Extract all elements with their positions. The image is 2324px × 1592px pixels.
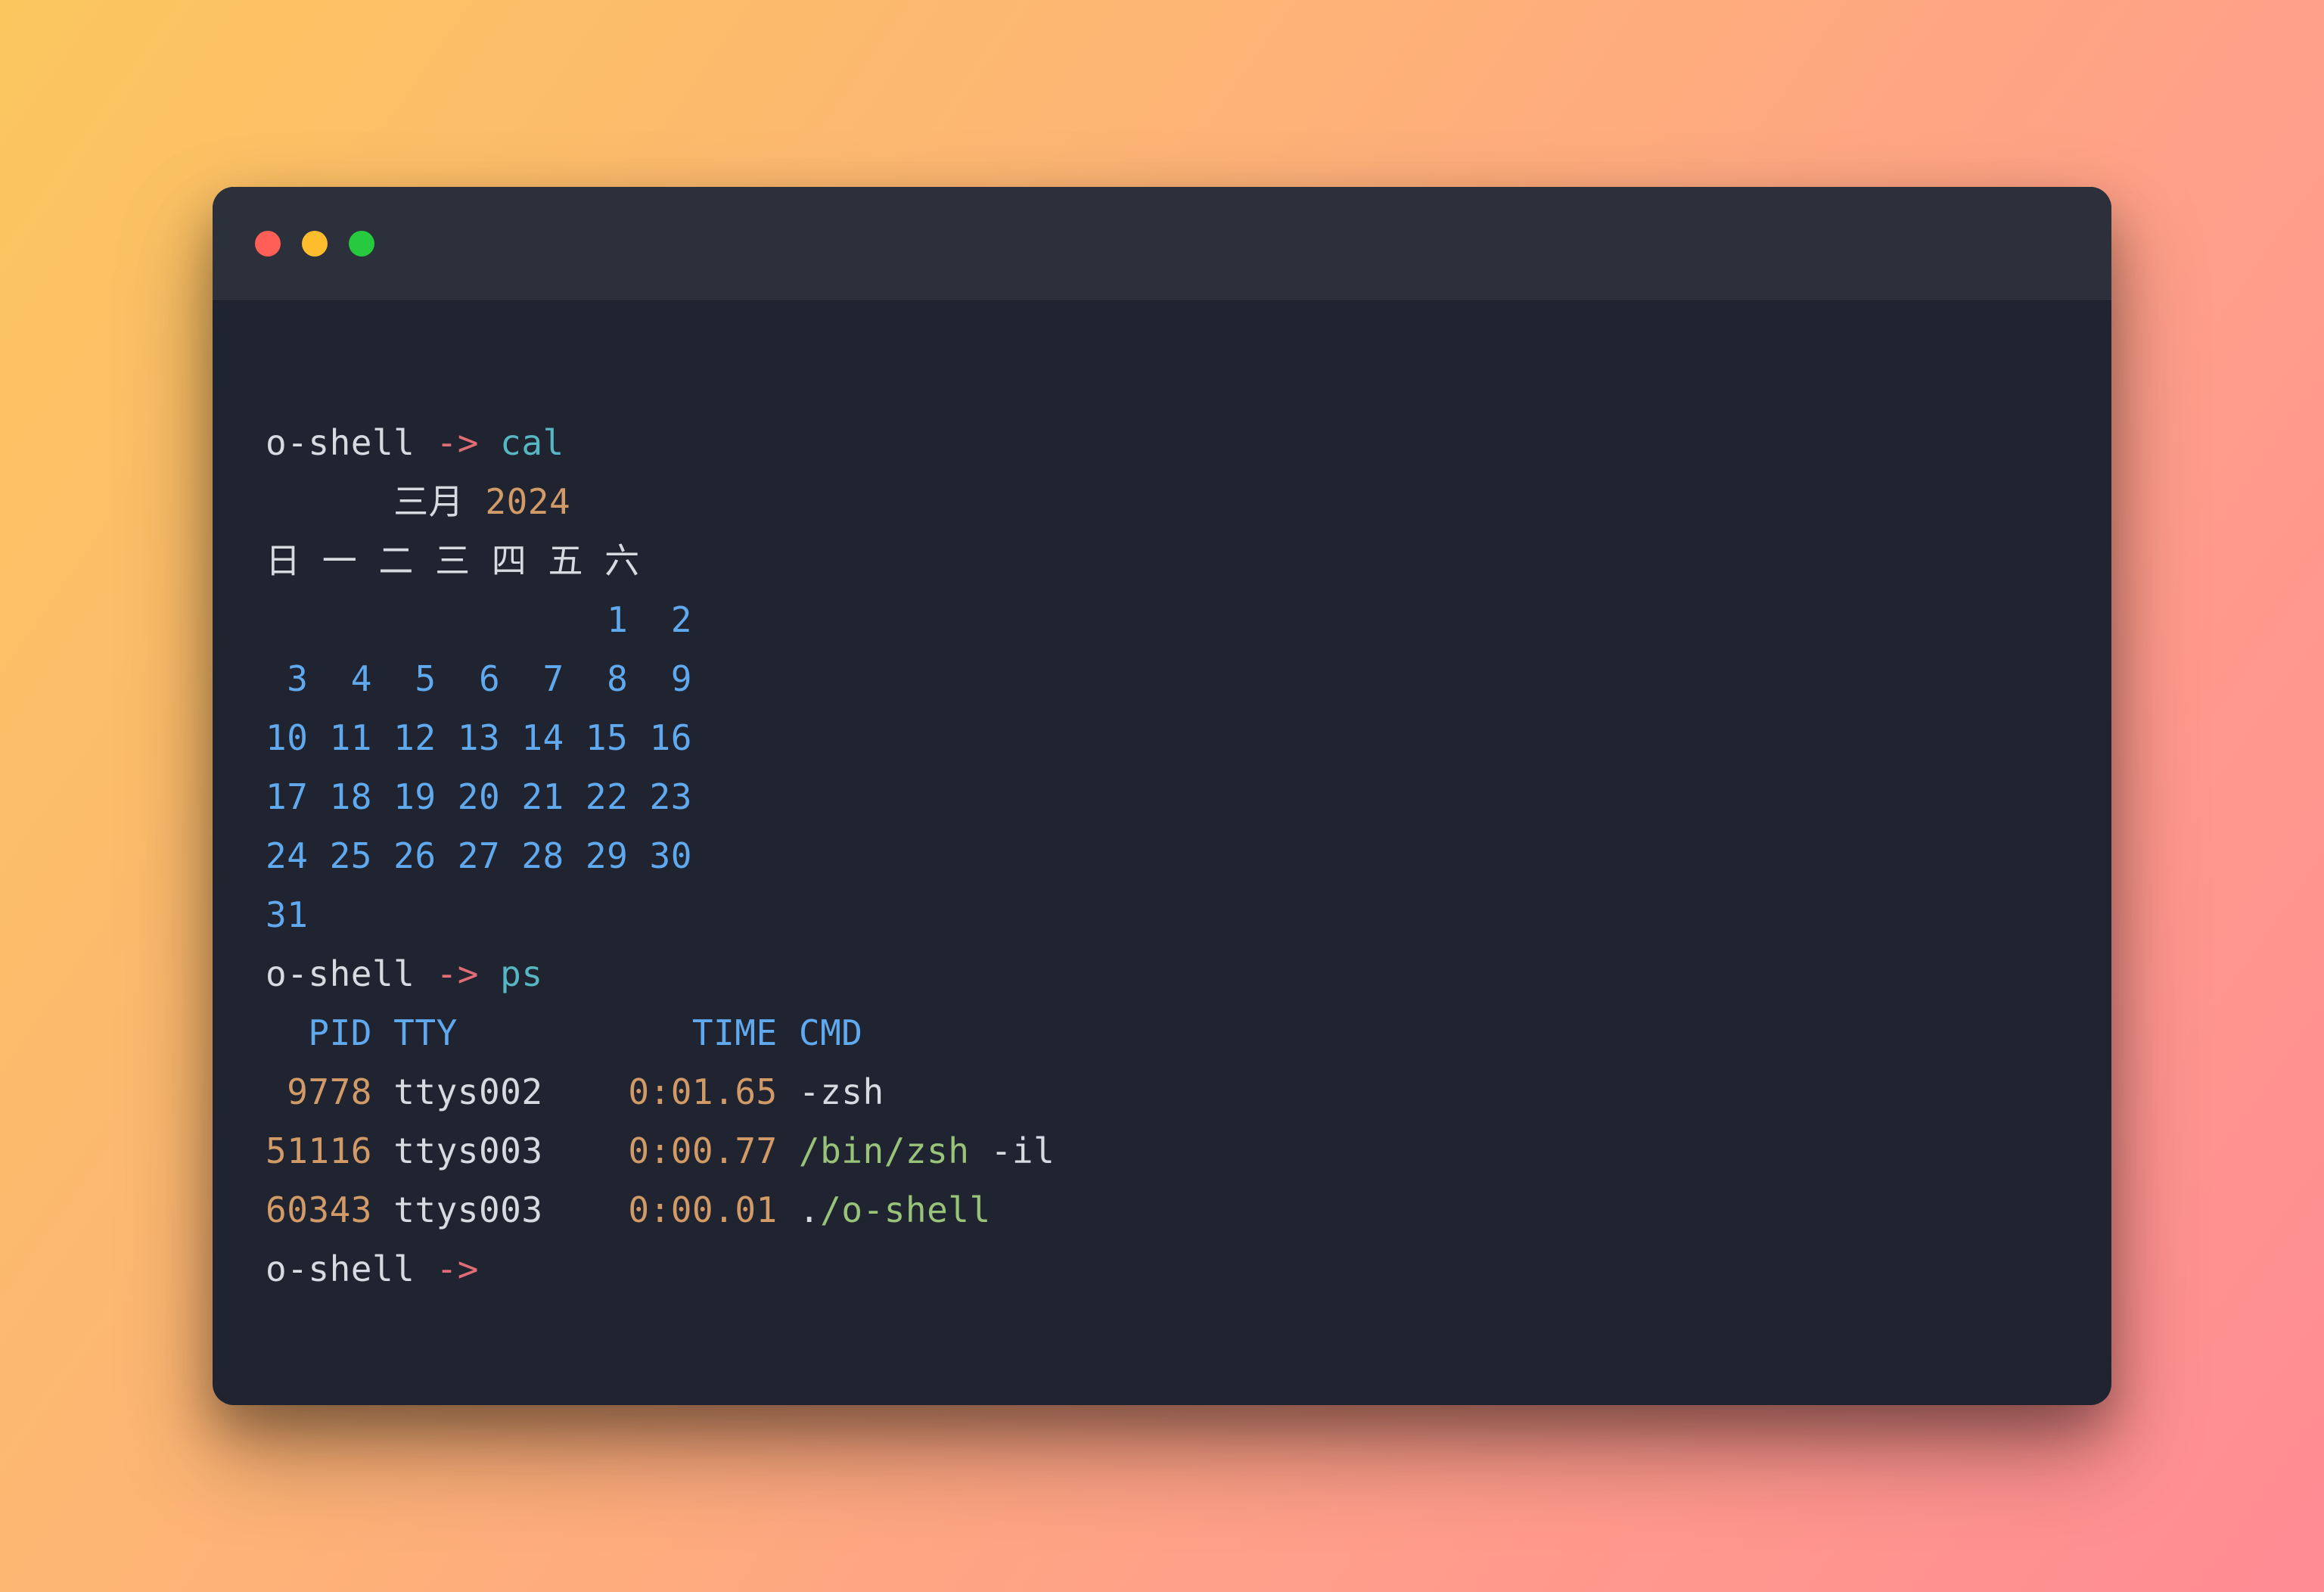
ps-cmd: ./o-shell bbox=[799, 1189, 991, 1230]
zoom-icon[interactable] bbox=[349, 231, 374, 257]
prompt-arrow: -> bbox=[415, 953, 500, 994]
cal-row-2: 3 4 5 6 7 8 9 bbox=[266, 658, 692, 699]
ps-time: 0:01.65 bbox=[628, 1071, 777, 1112]
cal-header: 三月 2024 bbox=[266, 481, 570, 522]
cal-row-1: 1 2 bbox=[266, 599, 692, 640]
prompt-line-3: o-shell -> bbox=[266, 1248, 500, 1289]
ps-cmd: -zsh bbox=[799, 1071, 884, 1112]
ps-pid: 51116 bbox=[266, 1130, 372, 1171]
prompt-name: o-shell bbox=[266, 1248, 415, 1289]
prompt-line-1: o-shell -> cal bbox=[266, 422, 564, 463]
prompt-line-2: o-shell -> ps bbox=[266, 953, 543, 994]
ps-pid: 60343 bbox=[266, 1189, 372, 1230]
ps-row: 60343 ttys003 0:00.01 ./o-shell bbox=[266, 1189, 991, 1230]
close-icon[interactable] bbox=[255, 231, 281, 257]
ps-tty: ttys002 bbox=[393, 1071, 542, 1112]
command-ps: ps bbox=[500, 953, 542, 994]
ps-row: 9778 ttys002 0:01.65 -zsh bbox=[266, 1071, 884, 1112]
ps-tty: ttys003 bbox=[393, 1189, 542, 1230]
ps-hdr-tty: TTY bbox=[372, 1012, 458, 1053]
minimize-icon[interactable] bbox=[302, 231, 328, 257]
ps-time: 0:00.77 bbox=[628, 1130, 777, 1171]
ps-hdr-time: TIME bbox=[692, 1012, 778, 1053]
cal-year: 2024 bbox=[485, 481, 570, 522]
ps-row: 51116 ttys003 0:00.77 /bin/zsh -il bbox=[266, 1130, 1055, 1171]
cal-month: 三月 bbox=[393, 481, 464, 522]
prompt-arrow: -> bbox=[415, 1248, 500, 1289]
ps-header: PID TTY TIME CMD bbox=[266, 1012, 862, 1053]
ps-hdr-pid: PID bbox=[266, 1012, 372, 1053]
terminal-window: o-shell -> cal 三月 2024 日 一 二 三 四 五 六 1 2… bbox=[213, 187, 2111, 1405]
prompt-arrow: -> bbox=[415, 422, 500, 463]
prompt-name: o-shell bbox=[266, 422, 415, 463]
cal-row-4: 17 18 19 20 21 22 23 bbox=[266, 776, 692, 817]
ps-cmd: /bin/zsh -il bbox=[799, 1130, 1055, 1171]
ps-tty: ttys003 bbox=[393, 1130, 542, 1171]
command-cal: cal bbox=[500, 422, 564, 463]
ps-hdr-cmd: CMD bbox=[799, 1012, 863, 1053]
cal-weekdays: 日 一 二 三 四 五 六 bbox=[266, 540, 640, 581]
cal-row-6: 31 bbox=[266, 894, 308, 935]
ps-pid: 9778 bbox=[266, 1071, 372, 1112]
titlebar bbox=[213, 187, 2111, 301]
prompt-name: o-shell bbox=[266, 953, 415, 994]
terminal-body[interactable]: o-shell -> cal 三月 2024 日 一 二 三 四 五 六 1 2… bbox=[213, 301, 2111, 1405]
cal-row-5: 24 25 26 27 28 29 30 bbox=[266, 835, 692, 876]
ps-time: 0:00.01 bbox=[628, 1189, 777, 1230]
cal-row-3: 10 11 12 13 14 15 16 bbox=[266, 717, 692, 758]
